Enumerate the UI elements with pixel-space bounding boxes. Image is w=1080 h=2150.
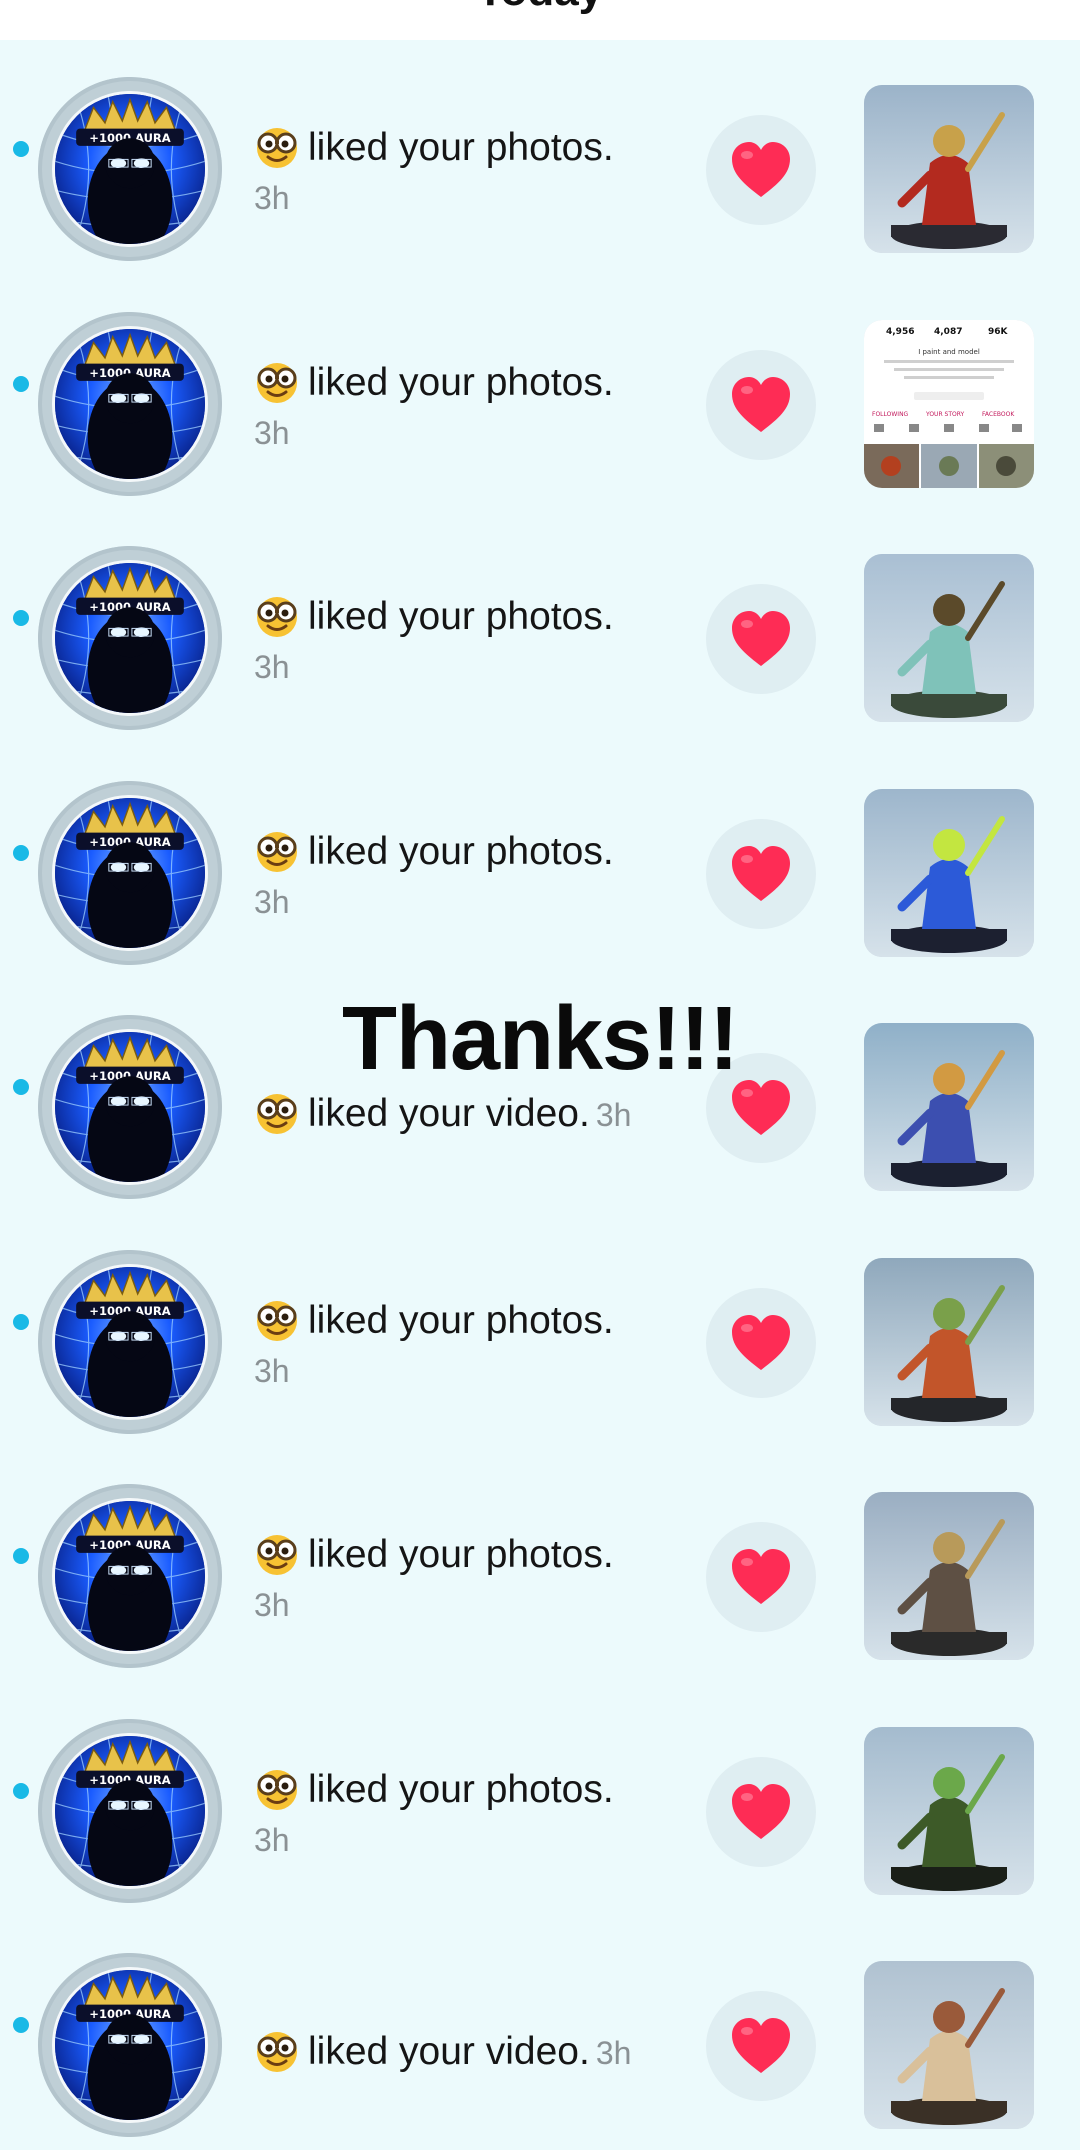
notification-text: liked your photos. 3h	[254, 1766, 694, 1859]
profile-stat: 96K	[988, 327, 1009, 337]
avatar-image: +1000 AURA	[52, 794, 208, 951]
post-thumbnail[interactable]	[864, 788, 1034, 957]
notification-row[interactable]: +1000 AURA liked your photos. 3h	[0, 1682, 1080, 1916]
like-button[interactable]	[706, 115, 816, 225]
profile-tab: FACEBOOK	[982, 411, 1015, 418]
avatar-image: +1000 AURA	[52, 1029, 208, 1185]
notification-row[interactable]: +1000 AURA liked your photos. 3h	[0, 1447, 1080, 1681]
notification-message: liked your photos.	[308, 1767, 614, 1811]
user-avatar[interactable]: +1000 AURA	[38, 77, 222, 261]
notification-text: liked your photos. 3h	[254, 828, 694, 921]
user-avatar[interactable]: +1000 AURA	[38, 546, 222, 730]
user-avatar[interactable]: +1000 AURA	[38, 1953, 222, 2137]
notification-message: liked your photos.	[308, 1533, 614, 1576]
avatar-image: +1000 AURA	[52, 1263, 208, 1420]
nerd-glasses-emoji-icon	[254, 359, 300, 405]
notification-message: liked your photos.	[308, 1298, 614, 1342]
notification-message: liked your photos.	[308, 126, 614, 169]
notification-time: 3h	[254, 649, 290, 685]
notification-row[interactable]: +1000 AURA liked your photos. 3h	[0, 40, 1080, 274]
notification-text: liked your photos. 3h	[254, 1531, 694, 1624]
user-avatar[interactable]: +1000 AURA	[38, 1015, 222, 1199]
nerd-glasses-emoji-icon	[254, 1090, 300, 1136]
profile-bio: I paint and model	[918, 348, 980, 356]
nerd-glasses-emoji-icon	[254, 593, 300, 639]
page-title: Today	[0, 0, 1080, 16]
notification-time: 3h	[595, 1097, 632, 1133]
notification-row[interactable]: +1000 AURA liked your photos. 3h	[0, 1213, 1080, 1447]
unread-dot	[13, 375, 29, 392]
notification-message: liked your photos.	[308, 595, 614, 638]
unread-dot	[13, 610, 29, 626]
notification-time: 3h	[254, 1352, 290, 1389]
avatar-image: +1000 AURA	[52, 91, 208, 247]
unread-dot	[13, 1313, 29, 1330]
notification-text: liked your photos. 3h	[254, 359, 694, 452]
like-button[interactable]	[706, 818, 816, 929]
notification-message: liked your video.	[308, 1092, 590, 1135]
user-avatar[interactable]: +1000 AURA	[38, 1249, 222, 1434]
notification-time: 3h	[254, 414, 290, 451]
notification-row[interactable]: +1000 AURA liked your photos. 3h	[0, 509, 1080, 743]
notification-message: liked your photos.	[308, 360, 614, 404]
notification-time: 3h	[254, 883, 290, 920]
notification-text: liked your photos. 3h	[254, 124, 694, 217]
user-avatar[interactable]: +1000 AURA	[38, 780, 222, 965]
notification-message: liked your video.	[308, 2030, 590, 2073]
like-button[interactable]	[706, 1522, 816, 1632]
notification-text: liked your photos. 3h	[254, 1297, 694, 1390]
post-thumbnail[interactable]	[864, 1726, 1034, 1895]
nerd-glasses-emoji-icon	[254, 1297, 300, 1343]
nerd-glasses-emoji-icon	[254, 1766, 300, 1812]
nerd-glasses-emoji-icon	[254, 124, 300, 170]
unread-dot	[13, 2017, 29, 2033]
like-button[interactable]	[706, 349, 816, 460]
notification-row[interactable]: +1000 AURA liked your video. 3h	[0, 1916, 1080, 2150]
post-thumbnail[interactable]	[864, 1023, 1034, 1191]
user-avatar[interactable]: +1000 AURA	[38, 311, 222, 496]
nerd-glasses-emoji-icon	[254, 2028, 300, 2074]
profile-stat: 4,956	[886, 327, 914, 337]
avatar-image: +1000 AURA	[52, 325, 208, 482]
avatar-image: +1000 AURA	[52, 1732, 208, 1889]
avatar-image: +1000 AURA	[52, 560, 208, 716]
notification-time: 3h	[254, 1821, 290, 1858]
notification-text: liked your video. 3h	[254, 1090, 694, 1138]
like-button[interactable]	[706, 1287, 816, 1398]
user-avatar[interactable]: +1000 AURA	[38, 1484, 222, 1668]
unread-dot	[13, 1079, 29, 1095]
like-button[interactable]	[706, 1991, 816, 2101]
like-button[interactable]	[706, 584, 816, 694]
post-thumbnail[interactable]	[864, 1961, 1034, 2129]
notification-row[interactable]: +1000 AURA liked your photos. 3h	[0, 744, 1080, 978]
nerd-glasses-emoji-icon	[254, 828, 300, 874]
unread-dot	[13, 844, 29, 861]
profile-stat: 4,087	[934, 327, 962, 337]
unread-dot	[13, 141, 29, 157]
unread-dot	[13, 1548, 29, 1564]
like-button[interactable]	[706, 1756, 816, 1867]
profile-tab: YOUR STORY	[925, 411, 965, 418]
post-thumbnail[interactable]	[864, 1492, 1034, 1660]
post-thumbnail[interactable]	[864, 554, 1034, 722]
nerd-glasses-emoji-icon	[254, 1531, 300, 1577]
notification-message: liked your photos.	[308, 829, 614, 873]
notification-time: 3h	[254, 1587, 290, 1623]
avatar-image: +1000 AURA	[52, 1967, 208, 2123]
profile-tab: FOLLOWING	[872, 411, 909, 418]
user-avatar[interactable]: +1000 AURA	[38, 1718, 222, 1903]
post-thumbnail[interactable]: 4,956 4,087 96K I paint and model FOLLOW…	[864, 319, 1034, 488]
notification-row[interactable]: +1000 AURA liked your photos. 3h 4,956 4…	[0, 275, 1080, 509]
header-bar: Today	[0, 0, 1080, 40]
unread-dot	[13, 1782, 29, 1799]
notification-time: 3h	[595, 2035, 632, 2071]
notification-text: liked your photos. 3h	[254, 593, 694, 686]
notification-time: 3h	[254, 180, 290, 216]
post-thumbnail[interactable]	[864, 85, 1034, 253]
avatar-image: +1000 AURA	[52, 1498, 208, 1654]
notification-row[interactable]: +1000 AURA liked your video. 3h	[0, 978, 1080, 1212]
like-button[interactable]	[706, 1053, 816, 1163]
notification-text: liked your video. 3h	[254, 2028, 694, 2076]
post-thumbnail[interactable]	[864, 1257, 1034, 1426]
